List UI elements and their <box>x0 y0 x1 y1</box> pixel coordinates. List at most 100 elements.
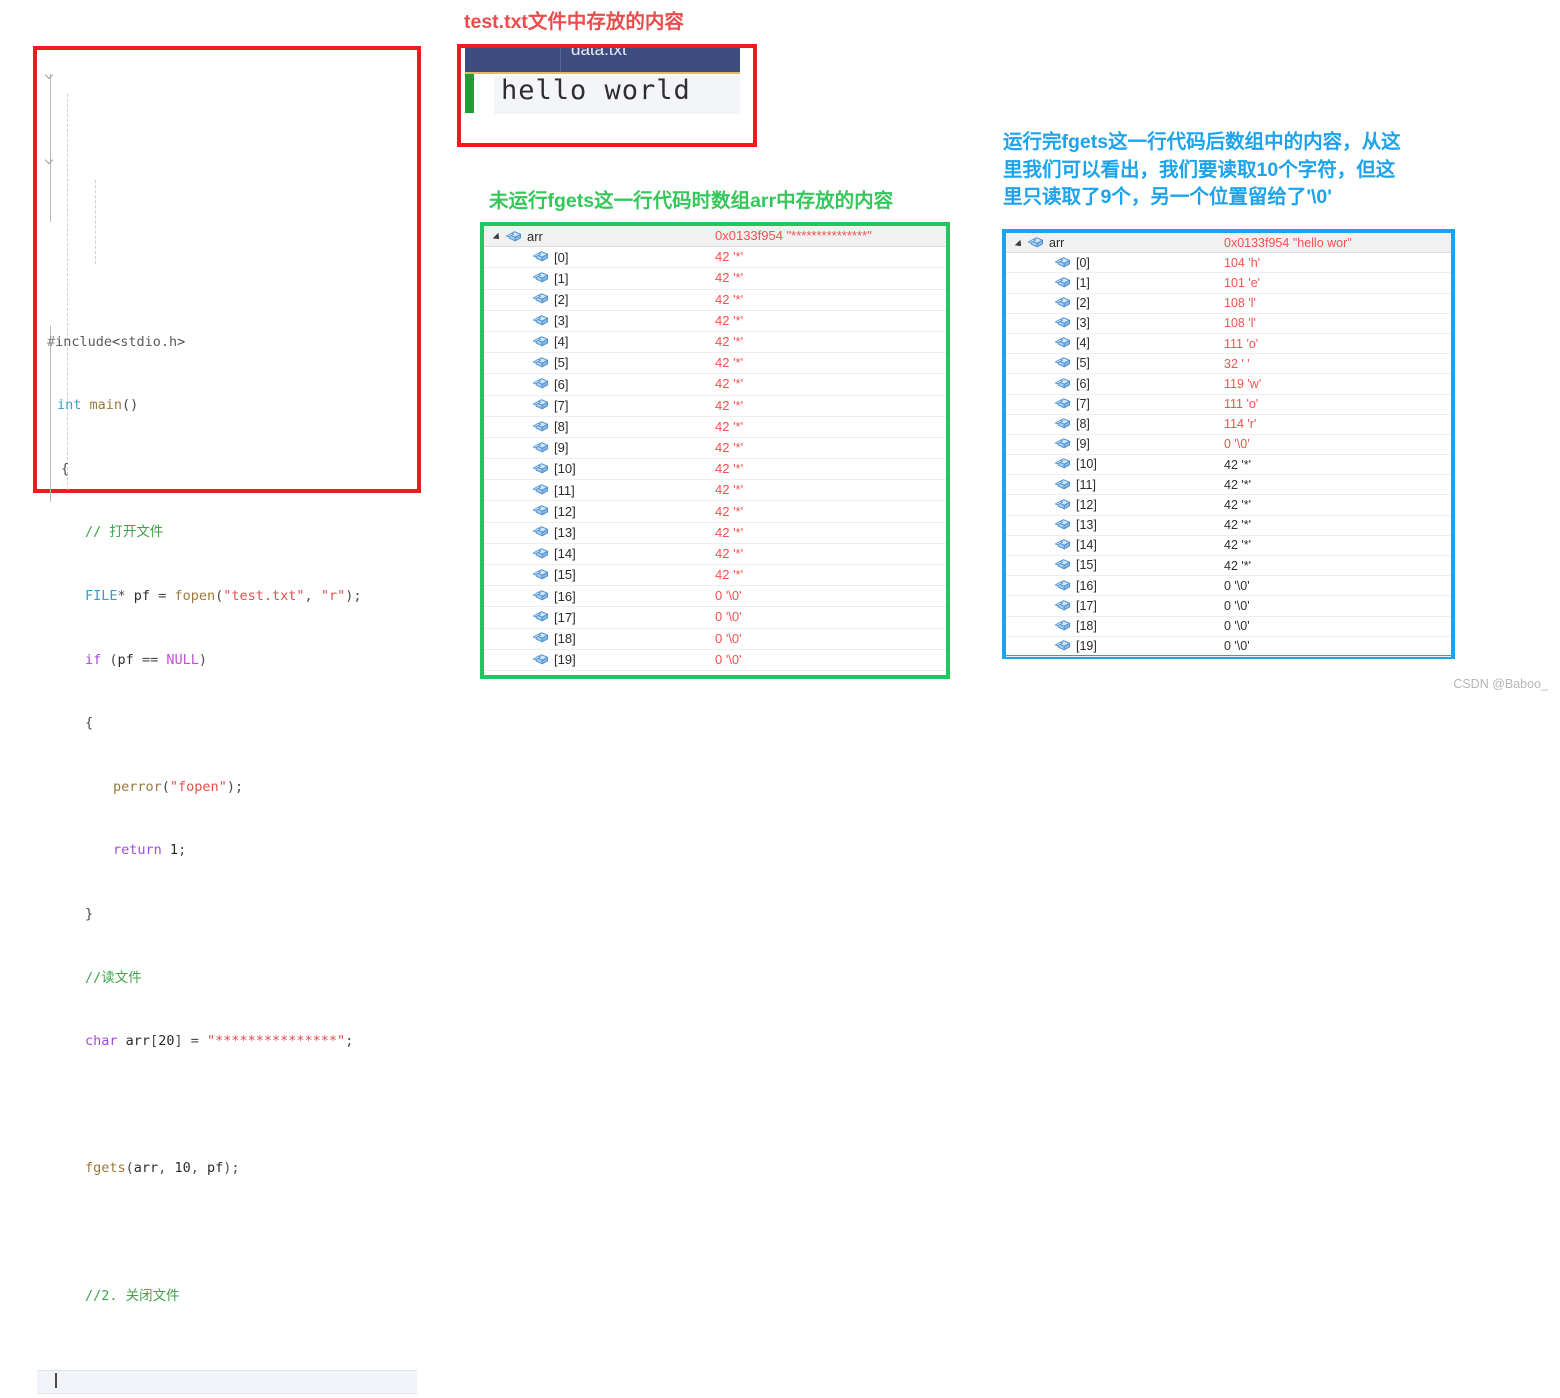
watch-row[interactable]: [19] 0 '\0' <box>484 649 946 671</box>
watch-row[interactable]: [17] 0 '\0' <box>1006 595 1451 617</box>
watch-row[interactable]: [0] 42 '*' <box>484 246 946 269</box>
watch-row-value-cell: 0 '\0' <box>1224 616 1451 637</box>
watch-row[interactable]: [1] 101 'e' <box>1006 272 1451 294</box>
watch-row-value: 42 '*' <box>715 334 744 350</box>
watch-row[interactable]: [14] 42 '*' <box>484 543 946 566</box>
watch-row[interactable]: [2] 42 '*' <box>484 289 946 311</box>
watch-row[interactable]: [1] 42 '*' <box>484 267 946 290</box>
watch-row[interactable]: [18] 0 '\0' <box>1006 616 1451 637</box>
watch-row-name: [9] <box>554 440 569 456</box>
watch-row-value: 42 '*' <box>1224 538 1252 553</box>
watch-row[interactable]: [7] 42 '*' <box>484 395 946 417</box>
watch-row[interactable]: [3] 42 '*' <box>484 310 946 332</box>
watch-row[interactable]: [9] 0 '\0' <box>1006 434 1451 456</box>
watch-row[interactable]: [7] 111 'o' <box>1006 394 1451 415</box>
watch-row-name: [0] <box>1076 255 1090 270</box>
watch-row[interactable]: [16] 0 '\0' <box>1006 575 1451 597</box>
file-tab-label[interactable]: data.txt <box>571 48 627 60</box>
code-line: { <box>85 715 94 732</box>
field-cube-icon <box>1054 498 1071 512</box>
watch-row[interactable]: [4] 42 '*' <box>484 331 946 354</box>
watch-row[interactable]: [13] 42 '*' <box>1006 515 1451 536</box>
watch-row-name-cell: [2] <box>484 289 715 311</box>
field-cube-icon <box>1054 599 1071 613</box>
watch-row-name-cell: [12] <box>484 500 715 523</box>
code-line: #include<stdio.h> <box>47 333 186 350</box>
watch-row[interactable]: [17] 0 '\0' <box>484 606 946 629</box>
watch-table-before[interactable]: arr 0x0133f954 "***************" [0] 42 '*'… <box>484 226 946 671</box>
watch-row[interactable]: [10] 42 '*' <box>484 458 946 481</box>
watch-row[interactable]: [5] 32 ' ' <box>1006 353 1451 375</box>
watch-row-name-cell: [10] <box>484 458 715 481</box>
watch-row-value: 42 '*' <box>1224 498 1252 513</box>
code-line: // 打开文件 <box>85 524 164 541</box>
watch-row-name-cell: [14] <box>484 543 715 566</box>
watch-window-before-fgets: arr 0x0133f954 "***************" [0] 42 '*'… <box>480 222 950 679</box>
watch-row-value-cell: 0 '\0' <box>1224 434 1451 456</box>
watch-row[interactable]: [18] 0 '\0' <box>484 628 946 650</box>
watch-row[interactable]: [4] 111 'o' <box>1006 333 1451 355</box>
watch-row[interactable]: [10] 42 '*' <box>1006 454 1451 476</box>
watch-row[interactable]: [0] 104 'h' <box>1006 252 1451 274</box>
watch-row-name-cell: [11] <box>484 479 715 502</box>
field-cube-icon <box>532 441 549 455</box>
expander-icon[interactable] <box>1016 238 1027 249</box>
watch-row-name-cell: [11] <box>1006 474 1224 496</box>
watch-row[interactable]: [6] 119 'w' <box>1006 373 1451 395</box>
watch-row-value-cell: 42 '*' <box>1224 535 1451 557</box>
watch-row-name: [18] <box>554 630 576 646</box>
watch-row-value: 0 '\0' <box>1224 578 1250 593</box>
watch-row-name-cell: [16] <box>1006 575 1224 597</box>
watch-row[interactable]: [12] 42 '*' <box>484 500 946 523</box>
watch-row-value-cell: 0 '\0' <box>1224 595 1451 617</box>
watch-row[interactable]: [2] 108 'l' <box>1006 293 1451 314</box>
watch-row-name-cell: [4] <box>1006 333 1224 355</box>
watch-row[interactable]: [11] 42 '*' <box>484 479 946 502</box>
watch-row-value: 42 '*' <box>715 397 744 413</box>
watch-row-value: 42 '*' <box>715 270 744 286</box>
watch-row-value-cell: 42 '*' <box>715 331 946 354</box>
watch-row-value-cell: 42 '*' <box>1224 515 1451 536</box>
watch-row[interactable]: [6] 42 '*' <box>484 373 946 396</box>
watch-row-name: [11] <box>554 482 575 498</box>
watch-row[interactable]: [16] 0 '\0' <box>484 585 946 608</box>
watch-row[interactable]: [5] 42 '*' <box>484 352 946 375</box>
expander-icon[interactable] <box>494 231 505 242</box>
watch-row[interactable]: [19] 0 '\0' <box>1006 636 1451 657</box>
watch-root-row[interactable]: arr 0x0133f954 "***************" <box>484 226 946 248</box>
watch-row-value-cell: 111 'o' <box>1224 333 1451 355</box>
watch-row-name-cell: [14] <box>1006 535 1224 557</box>
watch-row[interactable]: [14] 42 '*' <box>1006 535 1451 557</box>
field-cube-icon <box>1054 397 1071 411</box>
field-cube-icon <box>532 356 549 370</box>
watch-row-name-cell: [17] <box>484 606 715 629</box>
watch-row-value-cell: 104 'h' <box>1224 252 1451 274</box>
code-line: int main() <box>57 397 139 414</box>
watch-row[interactable]: [15] 42 '*' <box>484 564 946 587</box>
watch-row[interactable]: [8] 42 '*' <box>484 416 946 438</box>
watch-row[interactable]: [12] 42 '*' <box>1006 494 1451 516</box>
field-cube-icon <box>532 271 549 285</box>
field-cube-icon <box>1054 619 1071 633</box>
watch-row-name: [19] <box>554 652 576 668</box>
watch-table-after[interactable]: arr 0x0133f954 "hello wor" [0] 104 'h' [1] 10… <box>1006 233 1451 657</box>
watch-row-value: 0 '\0' <box>715 630 742 646</box>
after-fgets-title-line2: 里我们可以看出，我们要读取10个字符，但这 <box>1003 158 1396 181</box>
code-editor-area[interactable]: #include<stdio.h> int main() { // 打开文件 F… <box>37 50 417 1398</box>
watch-row-value-cell: 0 '\0' <box>1224 636 1451 657</box>
watch-row[interactable]: [9] 42 '*' <box>484 437 946 460</box>
watch-row[interactable]: [3] 108 'l' <box>1006 313 1451 334</box>
watch-root-row[interactable]: arr 0x0133f954 "hello wor" <box>1006 233 1451 254</box>
watch-row-value: 0 '\0' <box>1224 639 1250 654</box>
collapse-chevron-icon[interactable] <box>45 71 55 81</box>
file-preview-box: data.txt hello world <box>457 44 757 147</box>
field-cube-icon <box>1054 377 1071 391</box>
field-cube-icon <box>1054 518 1071 532</box>
watch-row[interactable]: [8] 114 'r' <box>1006 414 1451 435</box>
field-cube-icon <box>532 250 549 264</box>
collapse-chevron-icon-2[interactable] <box>45 156 55 166</box>
watch-row[interactable]: [13] 42 '*' <box>484 522 946 544</box>
code-line: } <box>85 905 94 922</box>
watch-row[interactable]: [15] 42 '*' <box>1006 555 1451 577</box>
watch-row[interactable]: [11] 42 '*' <box>1006 474 1451 496</box>
